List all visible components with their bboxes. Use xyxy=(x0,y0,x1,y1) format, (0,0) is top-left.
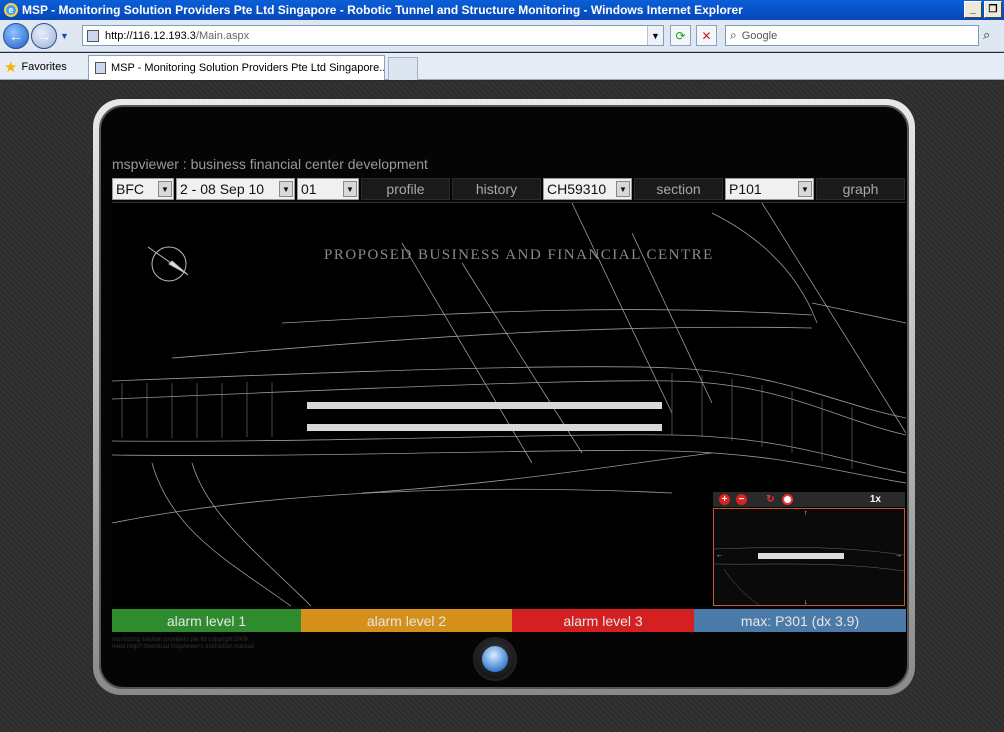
minimap-zoom-level: 1x xyxy=(869,494,881,505)
profile-button[interactable]: profile xyxy=(361,178,450,200)
tab-current[interactable]: MSP - Monitoring Solution Providers Pte … xyxy=(88,55,385,80)
chevron-down-icon: ▼ xyxy=(343,181,357,197)
toolbar: BFC ▼ 2 - 08 Sep 10 ▼ 01 ▼ profile histo… xyxy=(112,178,906,200)
section-button[interactable]: section xyxy=(634,178,723,200)
number-select[interactable]: 01 ▼ xyxy=(297,178,359,200)
search-icon: ⌕ xyxy=(730,28,737,42)
target-icon[interactable] xyxy=(782,494,793,505)
point-select-value: P101 xyxy=(729,181,762,197)
minimap-toolbar: + − ↻ 1x xyxy=(713,492,905,507)
back-button[interactable]: ← xyxy=(3,23,29,49)
ie-logo-icon: e xyxy=(4,3,18,17)
chevron-down-icon: ▼ xyxy=(798,181,812,197)
home-button[interactable] xyxy=(473,637,517,681)
tab-page-icon xyxy=(95,62,106,74)
stop-icon[interactable]: ✕ xyxy=(696,25,717,46)
zoom-in-icon[interactable]: + xyxy=(719,494,730,505)
alarm-legend: alarm level 1 alarm level 2 alarm level … xyxy=(112,609,906,632)
refresh-icon[interactable]: ⟳ xyxy=(670,25,691,46)
svg-text:↑: ↑ xyxy=(804,510,808,517)
point-select[interactable]: P101 ▼ xyxy=(725,178,814,200)
reset-view-icon[interactable]: ↻ xyxy=(765,494,776,505)
footer-text: monitoring solution providers pte ltd co… xyxy=(112,637,254,651)
drawing-title: PROPOSED BUSINESS AND FINANCIAL CENTRE xyxy=(324,247,714,263)
cad-viewer[interactable]: PROPOSED BUSINESS AND FINANCIAL CENTRE +… xyxy=(112,202,906,606)
alarm-level-1: alarm level 1 xyxy=(112,609,301,632)
manual-link[interactable]: need help? download mspviewer's instruct… xyxy=(112,644,254,651)
device-frame: mspviewer : business financial center de… xyxy=(93,99,915,695)
max-displacement[interactable]: max: P301 (dx 3.9) xyxy=(694,609,906,632)
date-select-value: 2 - 08 Sep 10 xyxy=(180,181,265,197)
navigation-bar: ← → ▼ http://116.12.193.3/Main.aspx ▼ ⟳ … xyxy=(0,20,1004,52)
chevron-down-icon: ▼ xyxy=(279,181,293,197)
url-host: http://116.12.193.3 xyxy=(105,29,196,42)
app-title: mspviewer : business financial center de… xyxy=(112,156,428,172)
favorites-label: Favorites xyxy=(21,61,67,73)
svg-text:←: ← xyxy=(716,552,723,559)
search-box[interactable]: ⌕ xyxy=(725,25,979,46)
number-select-value: 01 xyxy=(301,181,317,197)
address-bar[interactable]: http://116.12.193.3/Main.aspx ▼ xyxy=(82,25,664,46)
chainage-select-value: CH59310 xyxy=(547,181,607,197)
recent-pages-dropdown[interactable]: ▼ xyxy=(60,31,69,41)
window-title-bar: e MSP - Monitoring Solution Providers Pt… xyxy=(0,0,1004,20)
minimap-view[interactable]: ← → ↑ ↓ xyxy=(713,508,905,606)
minimize-button[interactable]: _ xyxy=(964,1,982,18)
site-select[interactable]: BFC ▼ xyxy=(112,178,174,200)
svg-text:→: → xyxy=(895,552,902,559)
home-button-icon xyxy=(482,646,508,672)
copyright-text: monitoring solution providers pte ltd co… xyxy=(112,637,248,643)
page-icon xyxy=(87,29,99,42)
svg-text:↓: ↓ xyxy=(804,599,808,605)
new-tab-button[interactable] xyxy=(388,57,418,80)
date-select[interactable]: 2 - 08 Sep 10 ▼ xyxy=(176,178,295,200)
restore-button[interactable]: ❐ xyxy=(984,1,1002,18)
tab-title: MSP - Monitoring Solution Providers Pte … xyxy=(111,62,385,74)
window-title: MSP - Monitoring Solution Providers Pte … xyxy=(22,3,743,17)
url-path: /Main.aspx xyxy=(195,29,250,42)
app-panel: mspviewer : business financial center de… xyxy=(99,105,909,689)
search-go-icon[interactable]: ⌕ xyxy=(983,27,990,43)
tab-bar: ★ Favorites MSP - Monitoring Solution Pr… xyxy=(0,53,1004,80)
chainage-select[interactable]: CH59310 ▼ xyxy=(543,178,632,200)
forward-button[interactable]: → xyxy=(31,23,57,49)
alarm-level-3: alarm level 3 xyxy=(512,609,694,632)
chevron-down-icon: ▼ xyxy=(616,181,630,197)
page-background: mspviewer : business financial center de… xyxy=(0,81,1004,732)
favorites-button[interactable]: ★ Favorites xyxy=(4,58,67,76)
chevron-down-icon: ▼ xyxy=(158,181,172,197)
site-select-value: BFC xyxy=(116,181,144,197)
history-button[interactable]: history xyxy=(452,178,541,200)
search-input[interactable] xyxy=(741,29,942,42)
graph-button[interactable]: graph xyxy=(816,178,905,200)
alarm-level-2: alarm level 2 xyxy=(301,609,512,632)
minimap-drawing: ← → ↑ ↓ xyxy=(714,510,904,605)
zoom-out-icon[interactable]: − xyxy=(736,494,747,505)
star-icon: ★ xyxy=(4,59,18,76)
address-dropdown-icon[interactable]: ▼ xyxy=(647,26,663,45)
